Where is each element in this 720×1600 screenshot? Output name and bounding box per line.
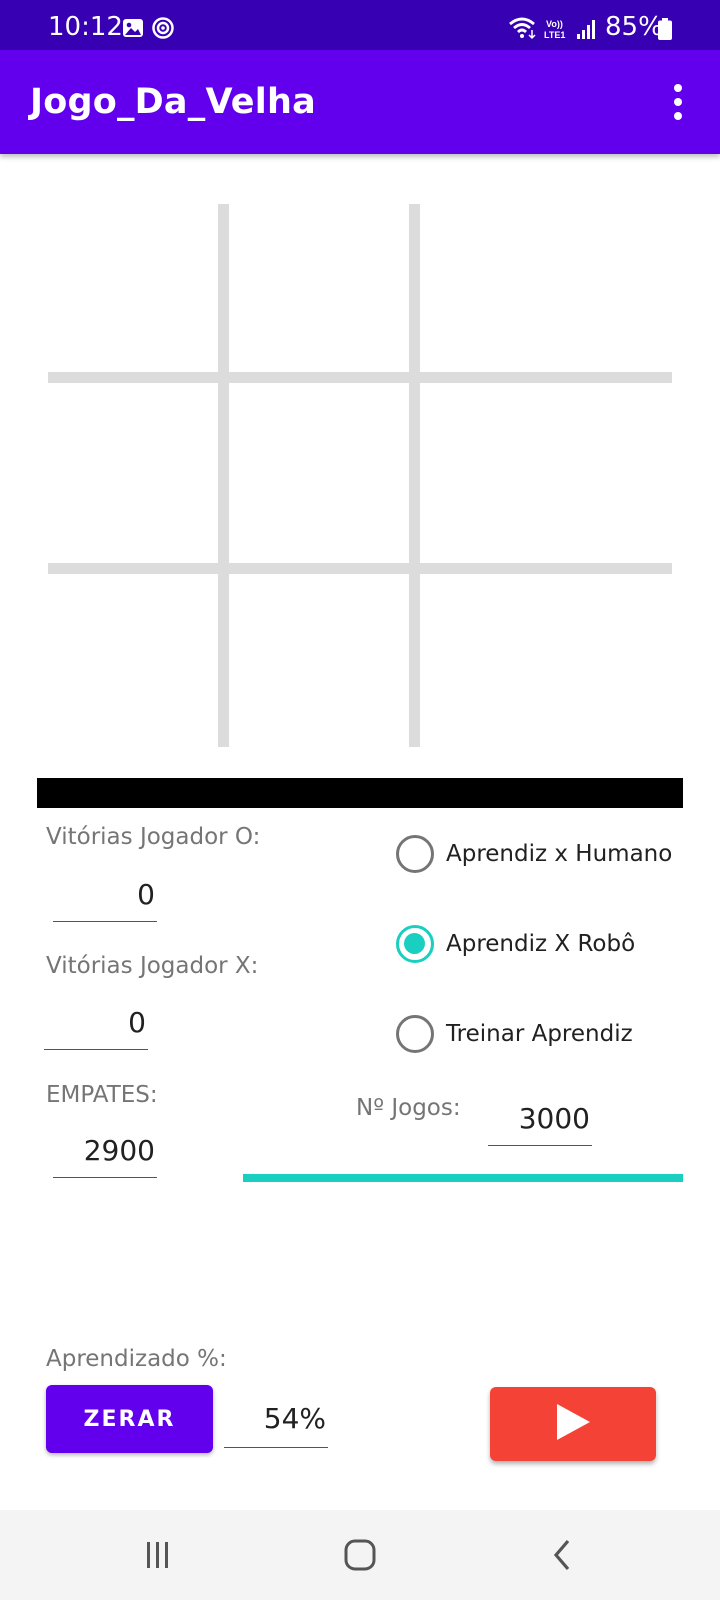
radio-label: Treinar Aprendiz	[446, 1021, 633, 1047]
board-cell-9[interactable]	[420, 574, 672, 747]
board-line-h2	[48, 563, 672, 574]
board-cell-5[interactable]	[229, 383, 409, 563]
battery-icon	[658, 18, 672, 45]
status-strip	[37, 778, 683, 808]
volte-lte-icon: Vo)) LTE1	[544, 18, 572, 45]
signal-icon	[576, 18, 596, 45]
more-vert-icon[interactable]	[662, 82, 694, 122]
board-line-v1	[218, 204, 229, 747]
radio-checked-icon	[396, 925, 434, 963]
battery-percent: 85%	[605, 12, 663, 42]
radio-unchecked-icon	[396, 835, 434, 873]
board-cell-4[interactable]	[48, 383, 218, 563]
games-label: Nº Jogos:	[356, 1095, 461, 1121]
radio-unchecked-icon	[396, 1015, 434, 1053]
app-title: Jogo_Da_Velha	[30, 82, 316, 122]
board-cell-1[interactable]	[48, 204, 218, 372]
wins-x-field[interactable]: 0	[44, 1006, 148, 1050]
status-time: 10:12	[48, 12, 123, 42]
svg-text:Vo)): Vo))	[546, 19, 563, 29]
wins-o-field[interactable]: 0	[53, 878, 157, 922]
sync-circle-icon	[152, 17, 174, 44]
board-cell-6[interactable]	[420, 383, 672, 563]
wifi-icon	[508, 16, 538, 45]
back-icon[interactable]	[532, 1530, 592, 1580]
board-line-v2	[409, 204, 420, 747]
radio-aprendiz-humano[interactable]: Aprendiz x Humano	[396, 832, 672, 876]
radio-label: Aprendiz x Humano	[446, 841, 673, 867]
board-cell-8[interactable]	[229, 574, 409, 747]
recents-icon[interactable]	[128, 1530, 188, 1580]
board-line-h1	[48, 372, 672, 383]
status-bar: 10:12 Vo)) LTE1 85%	[0, 0, 720, 50]
reset-button[interactable]: ZERAR	[46, 1385, 213, 1453]
radio-aprendiz-robo[interactable]: Aprendiz X Robô	[396, 922, 635, 966]
svg-text:LTE1: LTE1	[544, 30, 565, 40]
radio-treinar-aprendiz[interactable]: Treinar Aprendiz	[396, 1012, 633, 1056]
play-button[interactable]	[490, 1387, 656, 1461]
system-nav-bar	[0, 1510, 720, 1600]
gallery-icon	[122, 18, 144, 43]
board-cell-7[interactable]	[48, 574, 218, 747]
draws-label: EMPATES:	[46, 1082, 158, 1108]
app-bar: Jogo_Da_Velha	[0, 50, 720, 154]
games-field[interactable]: 3000	[488, 1102, 592, 1146]
wins-x-label: Vitórias Jogador X:	[46, 953, 259, 979]
home-icon[interactable]	[330, 1530, 390, 1580]
wins-o-label: Vitórias Jogador O:	[46, 824, 261, 850]
board-cell-2[interactable]	[229, 204, 409, 372]
board-cell-3[interactable]	[420, 204, 672, 372]
learning-field[interactable]: 54%	[224, 1402, 328, 1448]
learning-label: Aprendizado %:	[46, 1346, 227, 1372]
games-progress-bar	[243, 1174, 683, 1182]
play-icon	[553, 1402, 593, 1447]
draws-field[interactable]: 2900	[53, 1134, 157, 1178]
radio-label: Aprendiz X Robô	[446, 931, 636, 957]
